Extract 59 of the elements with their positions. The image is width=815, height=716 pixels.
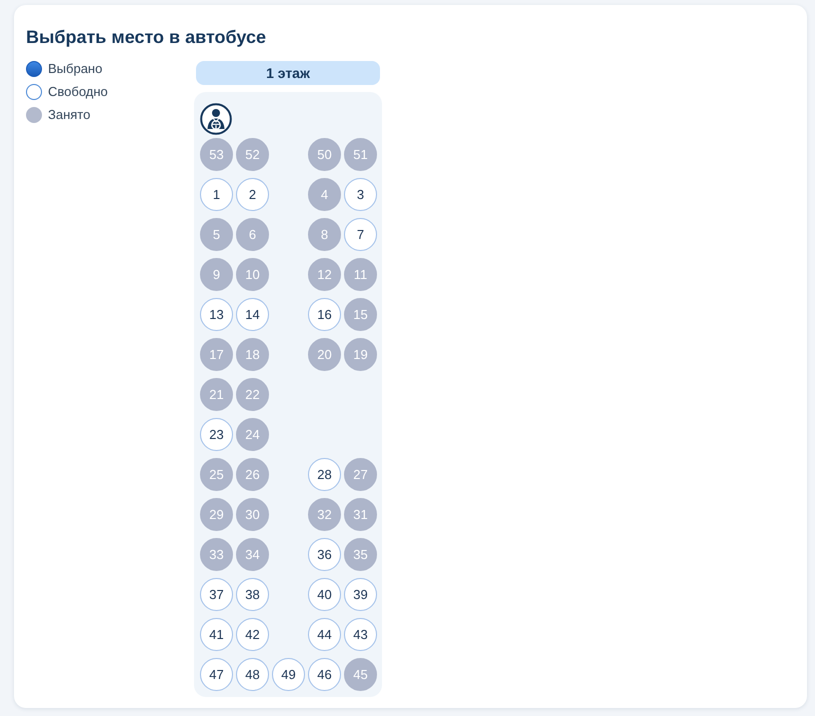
- seat-button[interactable]: 46: [308, 658, 341, 691]
- seat-button[interactable]: 13: [200, 298, 233, 331]
- seat-button[interactable]: 27: [344, 458, 377, 491]
- seat-button[interactable]: 32: [308, 498, 341, 531]
- seat-button[interactable]: 42: [236, 618, 269, 651]
- seat-button[interactable]: 41: [200, 618, 233, 651]
- driver-icon: [200, 103, 232, 135]
- seat-button[interactable]: 3: [344, 178, 377, 211]
- seat-button[interactable]: 28: [308, 458, 341, 491]
- seat-button[interactable]: 52: [236, 138, 269, 171]
- seat-button[interactable]: 51: [344, 138, 377, 171]
- seat-button[interactable]: 38: [236, 578, 269, 611]
- seat-button[interactable]: 30: [236, 498, 269, 531]
- legend-label: Свободно: [48, 84, 108, 100]
- seat-button[interactable]: 49: [272, 658, 305, 691]
- seat-button[interactable]: 23: [200, 418, 233, 451]
- seat-button[interactable]: 22: [236, 378, 269, 411]
- seat-button[interactable]: 33: [200, 538, 233, 571]
- legend-label: Занято: [48, 107, 90, 123]
- seat-button[interactable]: 37: [200, 578, 233, 611]
- seat-button[interactable]: 53: [200, 138, 233, 171]
- seat-button[interactable]: 8: [308, 218, 341, 251]
- seat-button[interactable]: 45: [344, 658, 377, 691]
- seat-button[interactable]: 4: [308, 178, 341, 211]
- seat-button[interactable]: 5: [200, 218, 233, 251]
- seat-button[interactable]: 18: [236, 338, 269, 371]
- seat-button[interactable]: 2: [236, 178, 269, 211]
- seat-button[interactable]: 16: [308, 298, 341, 331]
- seat-button[interactable]: 48: [236, 658, 269, 691]
- seat-button[interactable]: 24: [236, 418, 269, 451]
- seat-button[interactable]: 39: [344, 578, 377, 611]
- seat-button[interactable]: 6: [236, 218, 269, 251]
- seat-button[interactable]: 12: [308, 258, 341, 291]
- seat-button[interactable]: 21: [200, 378, 233, 411]
- seat-button[interactable]: 20: [308, 338, 341, 371]
- seat-button[interactable]: 29: [200, 498, 233, 531]
- seat-button[interactable]: 35: [344, 538, 377, 571]
- seat-button[interactable]: 34: [236, 538, 269, 571]
- seat-button[interactable]: 50: [308, 138, 341, 171]
- seat-button[interactable]: 17: [200, 338, 233, 371]
- seat-button[interactable]: 40: [308, 578, 341, 611]
- seat-button[interactable]: 1: [200, 178, 233, 211]
- seat-button[interactable]: 11: [344, 258, 377, 291]
- seat-button[interactable]: 36: [308, 538, 341, 571]
- seat-button[interactable]: 47: [200, 658, 233, 691]
- legend-label: Выбрано: [48, 61, 102, 77]
- seat-button[interactable]: 26: [236, 458, 269, 491]
- seat-button[interactable]: 14: [236, 298, 269, 331]
- seat-button[interactable]: 7: [344, 218, 377, 251]
- seat-button[interactable]: 9: [200, 258, 233, 291]
- seat-button[interactable]: 43: [344, 618, 377, 651]
- floor-tab[interactable]: 1 этаж: [196, 61, 380, 85]
- seat-button[interactable]: 44: [308, 618, 341, 651]
- seat-button[interactable]: 31: [344, 498, 377, 531]
- seat-button[interactable]: 15: [344, 298, 377, 331]
- seat-button[interactable]: 19: [344, 338, 377, 371]
- seat-button[interactable]: 10: [236, 258, 269, 291]
- seat-button[interactable]: 25: [200, 458, 233, 491]
- page-title: Выбрать место в автобусе: [26, 26, 266, 49]
